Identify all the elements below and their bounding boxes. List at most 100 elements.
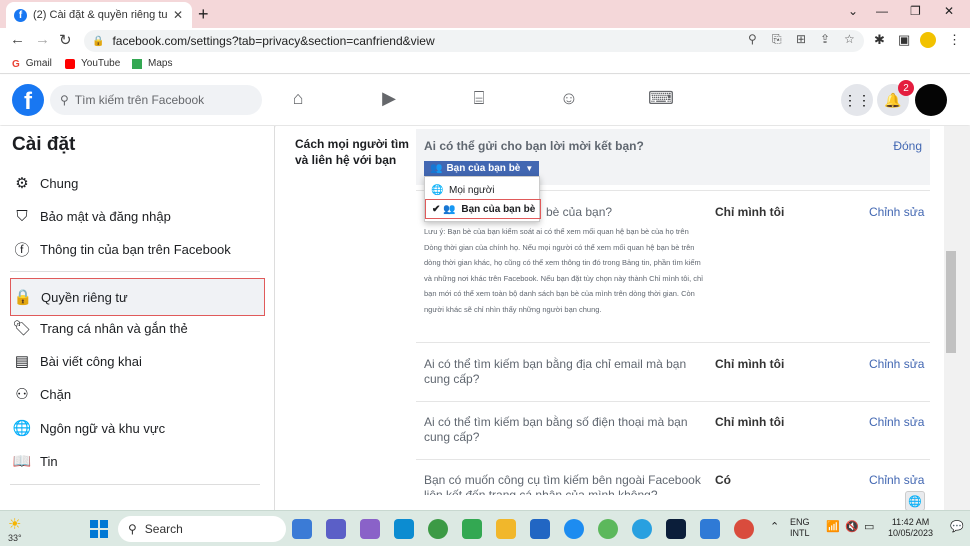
book-icon: 📖 (12, 453, 32, 470)
dropdown-label: Bạn của bạn bè (446, 163, 521, 174)
cast-icon[interactable]: ⎘ (772, 32, 782, 47)
forward-icon[interactable]: → (35, 31, 50, 48)
notes-icon[interactable] (700, 519, 720, 539)
audience-dropdown-menu: 🌐 Mọi người ✔ 👥 Bạn của bạn bè (424, 176, 541, 222)
gaming-icon[interactable]: ⌨ (648, 88, 674, 112)
option-label: Mọi người (449, 184, 495, 196)
edit-phone-search-link[interactable]: Chỉnh sửa (869, 415, 924, 429)
sidebar-item-privacy[interactable]: 🔒 Quyền riêng tư (10, 278, 265, 316)
edit-friend-list-link[interactable]: Chỉnh sửa (869, 205, 924, 219)
translate-icon[interactable]: ⊞ (796, 32, 806, 46)
language-globe-icon[interactable]: 🌐 (905, 491, 925, 511)
telegram-icon[interactable] (632, 519, 652, 539)
task-view-icon[interactable] (292, 519, 312, 539)
clock[interactable]: 11:42 AM 10/05/2023 (888, 517, 933, 539)
share-icon[interactable]: ⇪ (820, 32, 830, 46)
friend-request-question: Ai có thể gửi cho bạn lời mời kết bạn? (424, 139, 644, 153)
edit-email-search-link[interactable]: Chỉnh sửa (869, 357, 924, 371)
bookmark-youtube[interactable]: YouTube (65, 58, 120, 69)
sidebar-item-your-info[interactable]: ⓕ Thông tin của bạn trên Facebook (10, 234, 265, 264)
file-explorer-icon[interactable] (496, 519, 516, 539)
page-scrollbar[interactable] (944, 126, 970, 510)
sidebar-item-label: Chung (40, 175, 79, 191)
avatar[interactable] (915, 84, 947, 116)
edit-search-engine-link[interactable]: Chỉnh sửa (869, 473, 924, 487)
edge-icon[interactable] (394, 519, 414, 539)
chrome-icon[interactable] (428, 519, 448, 539)
search-icon: ⚲ (60, 93, 69, 107)
sidebar-item-blocking[interactable]: ⚇ Chặn (10, 379, 265, 409)
audience-option-friends-of-friends[interactable]: ✔ 👥 Bạn của bạn bè (425, 199, 541, 219)
row-divider (416, 401, 930, 402)
option-label: Bạn của bạn bè (461, 203, 536, 215)
photoshop-icon[interactable] (666, 519, 686, 539)
sidebar-item-public-posts[interactable]: ▤ Bài viết công khai (10, 346, 265, 376)
taskbar-search[interactable]: ⚲ Search (118, 516, 286, 542)
phone-search-question: Ai có thể tìm kiếm bạn bằng số điện thoạ… (424, 415, 688, 444)
sidebar-item-profile-tagging[interactable]: 🏷 Trang cá nhân và gắn thẻ (10, 313, 265, 343)
checkmark-icon: ✔ (432, 203, 441, 215)
groups-icon[interactable]: ☺ (557, 88, 581, 112)
facebook-search-input[interactable]: ⚲ Tìm kiếm trên Facebook (50, 85, 262, 115)
sidepanel-icon[interactable]: ▣ (898, 32, 910, 48)
facebook-logo-icon[interactable]: f (12, 84, 44, 116)
browser-tab[interactable]: f (2) Cài đặt & quyền riêng tư | Fac ✕ (6, 2, 192, 28)
sidebar-item-stories[interactable]: 📖 Tin (10, 446, 265, 476)
close-window-icon[interactable]: ✕ (944, 4, 954, 18)
teams-icon[interactable] (326, 519, 346, 539)
extensions-icon[interactable]: ✱ (874, 32, 885, 48)
copilot-icon[interactable] (360, 519, 380, 539)
bookmark-label: YouTube (81, 58, 121, 69)
reload-icon[interactable]: ↻ (59, 31, 72, 49)
line-icon[interactable] (462, 519, 482, 539)
battery-icon[interactable]: ▭ (864, 522, 874, 533)
bookmarks-bar: G Gmail YouTube Maps (0, 54, 970, 74)
phone-search-value: Chỉ mình tôi (715, 415, 785, 429)
search-icon: ⚲ (128, 522, 137, 536)
tag-icon: 🏷 (12, 320, 32, 337)
notification-badge: 2 (898, 80, 914, 96)
bookmark-gmail[interactable]: G Gmail (12, 58, 52, 70)
sidebar-item-security[interactable]: ⛉ Bảo mật và đăng nhập (10, 201, 265, 231)
search-icon[interactable]: ⚲ (748, 32, 757, 46)
sidebar-item-language[interactable]: 🌐 Ngôn ngữ và khu vực (10, 413, 265, 443)
restore-icon[interactable]: ❐ (910, 4, 921, 18)
start-windows-icon[interactable] (90, 520, 108, 538)
lock-icon: 🔒 (92, 35, 105, 47)
caret-down-icon: ▼ (525, 164, 534, 173)
star-icon[interactable]: ☆ (844, 32, 855, 46)
speaker-icon[interactable]: 🔇 (845, 522, 859, 533)
profile-icon[interactable] (920, 32, 936, 48)
chevron-up-icon[interactable]: ⌃ (770, 522, 779, 533)
audience-option-everyone[interactable]: 🌐 Mọi người (425, 180, 541, 200)
minimize-icon[interactable]: — (876, 4, 888, 18)
close-link[interactable]: Đóng (893, 139, 922, 153)
time: 11:42 AM (891, 517, 930, 527)
scrollbar-thumb[interactable] (946, 251, 956, 353)
menu-grid-icon[interactable]: ⋮⋮ (841, 84, 873, 116)
home-icon[interactable]: ⌂ (286, 88, 310, 112)
notification-center-icon[interactable]: 💬 (950, 522, 964, 533)
mail-icon[interactable] (530, 519, 550, 539)
sidebar-item-label: Ngôn ngữ và khu vực (40, 420, 166, 436)
weather-widget[interactable]: ☀ 33° (8, 515, 22, 543)
back-icon[interactable]: ← (10, 31, 25, 48)
marketplace-icon[interactable]: ⌸ (467, 88, 491, 112)
search-engine-question: Bạn có muốn công cụ tìm kiếm bên ngoài F… (424, 473, 701, 495)
wifi-icon[interactable]: 📶 (826, 522, 840, 533)
menu-icon[interactable]: ⋮ (948, 32, 961, 48)
settings-sidebar: Cài đặt ⚙ Chung ⛉ Bảo mật và đăng nhập ⓕ… (0, 126, 275, 510)
bookmark-maps[interactable]: Maps (132, 58, 172, 69)
zalo-icon[interactable] (564, 519, 584, 539)
chevron-down-icon[interactable]: ⌄ (848, 4, 858, 18)
app-icon[interactable] (598, 519, 618, 539)
sidebar-item-general[interactable]: ⚙ Chung (10, 168, 265, 198)
new-tab-icon[interactable]: + (198, 4, 209, 25)
audience-dropdown-button[interactable]: 👥 Bạn của bạn bè ▼ (424, 161, 540, 176)
maps-icon (132, 58, 142, 69)
tab-close-icon[interactable]: ✕ (173, 8, 183, 22)
watch-icon[interactable]: ▶ (377, 88, 401, 112)
chrome-active-icon[interactable] (734, 519, 754, 539)
address-bar[interactable]: 🔒 facebook.com/settings?tab=privacy&sect… (84, 30, 864, 52)
language-indicator[interactable]: ENG INTL (790, 517, 810, 539)
